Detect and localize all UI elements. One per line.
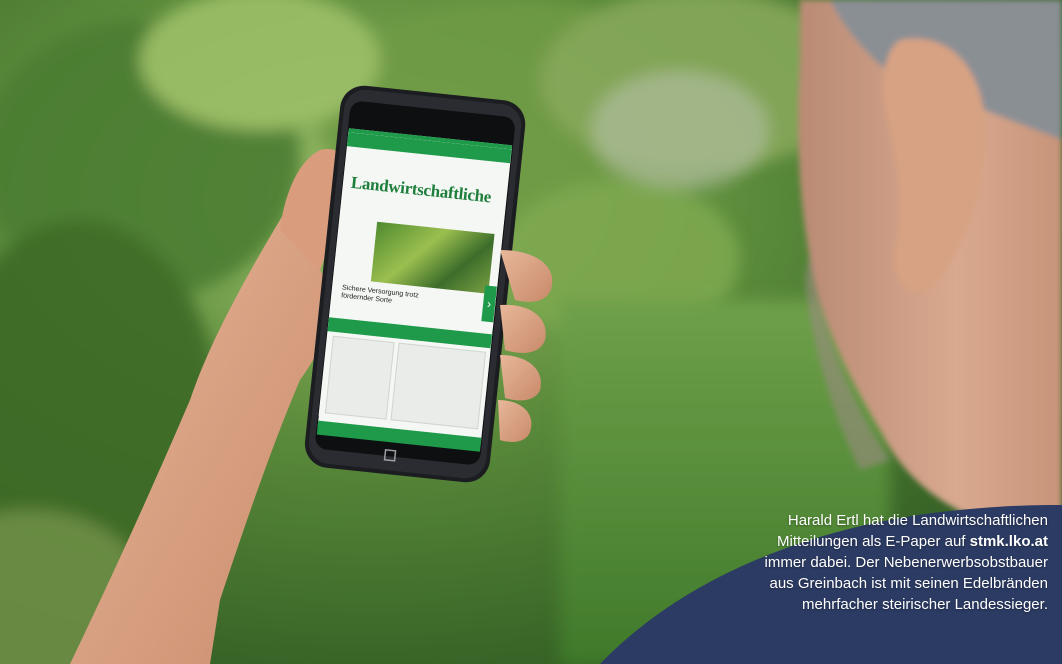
- caption-line: mehrfacher steirischer Landessieger.: [802, 596, 1048, 613]
- caption-text: Mitteilungen als E-Paper auf: [777, 533, 970, 550]
- page-thumbnail: [390, 342, 487, 430]
- caption-link-text: stmk.lko.at: [969, 533, 1048, 550]
- epaper-masthead: Landwirtschaftliche: [350, 172, 493, 207]
- caption-line: immer dabei. Der Nebenerwerbsobstbauer: [764, 554, 1048, 571]
- page-thumbnail: [324, 335, 395, 420]
- caption-line: aus Greinbach ist mit seinen Edelbränden: [769, 575, 1049, 592]
- caption-line: Harald Ertl hat die Landwirtschaftlichen: [787, 512, 1048, 529]
- photo-caption: Harald Ertl hat die Landwirtschaftlichen…: [688, 510, 1048, 615]
- epaper-photo: [370, 221, 495, 294]
- epaper-teaser: Sichere Versorgung trotz fördernder Sort…: [340, 284, 420, 305]
- caption-line: Mitteilungen als E-Paper auf stmk.lko.at: [688, 531, 1048, 552]
- phone-screen: Landwirtschaftliche Sichere Versorgung t…: [318, 132, 512, 433]
